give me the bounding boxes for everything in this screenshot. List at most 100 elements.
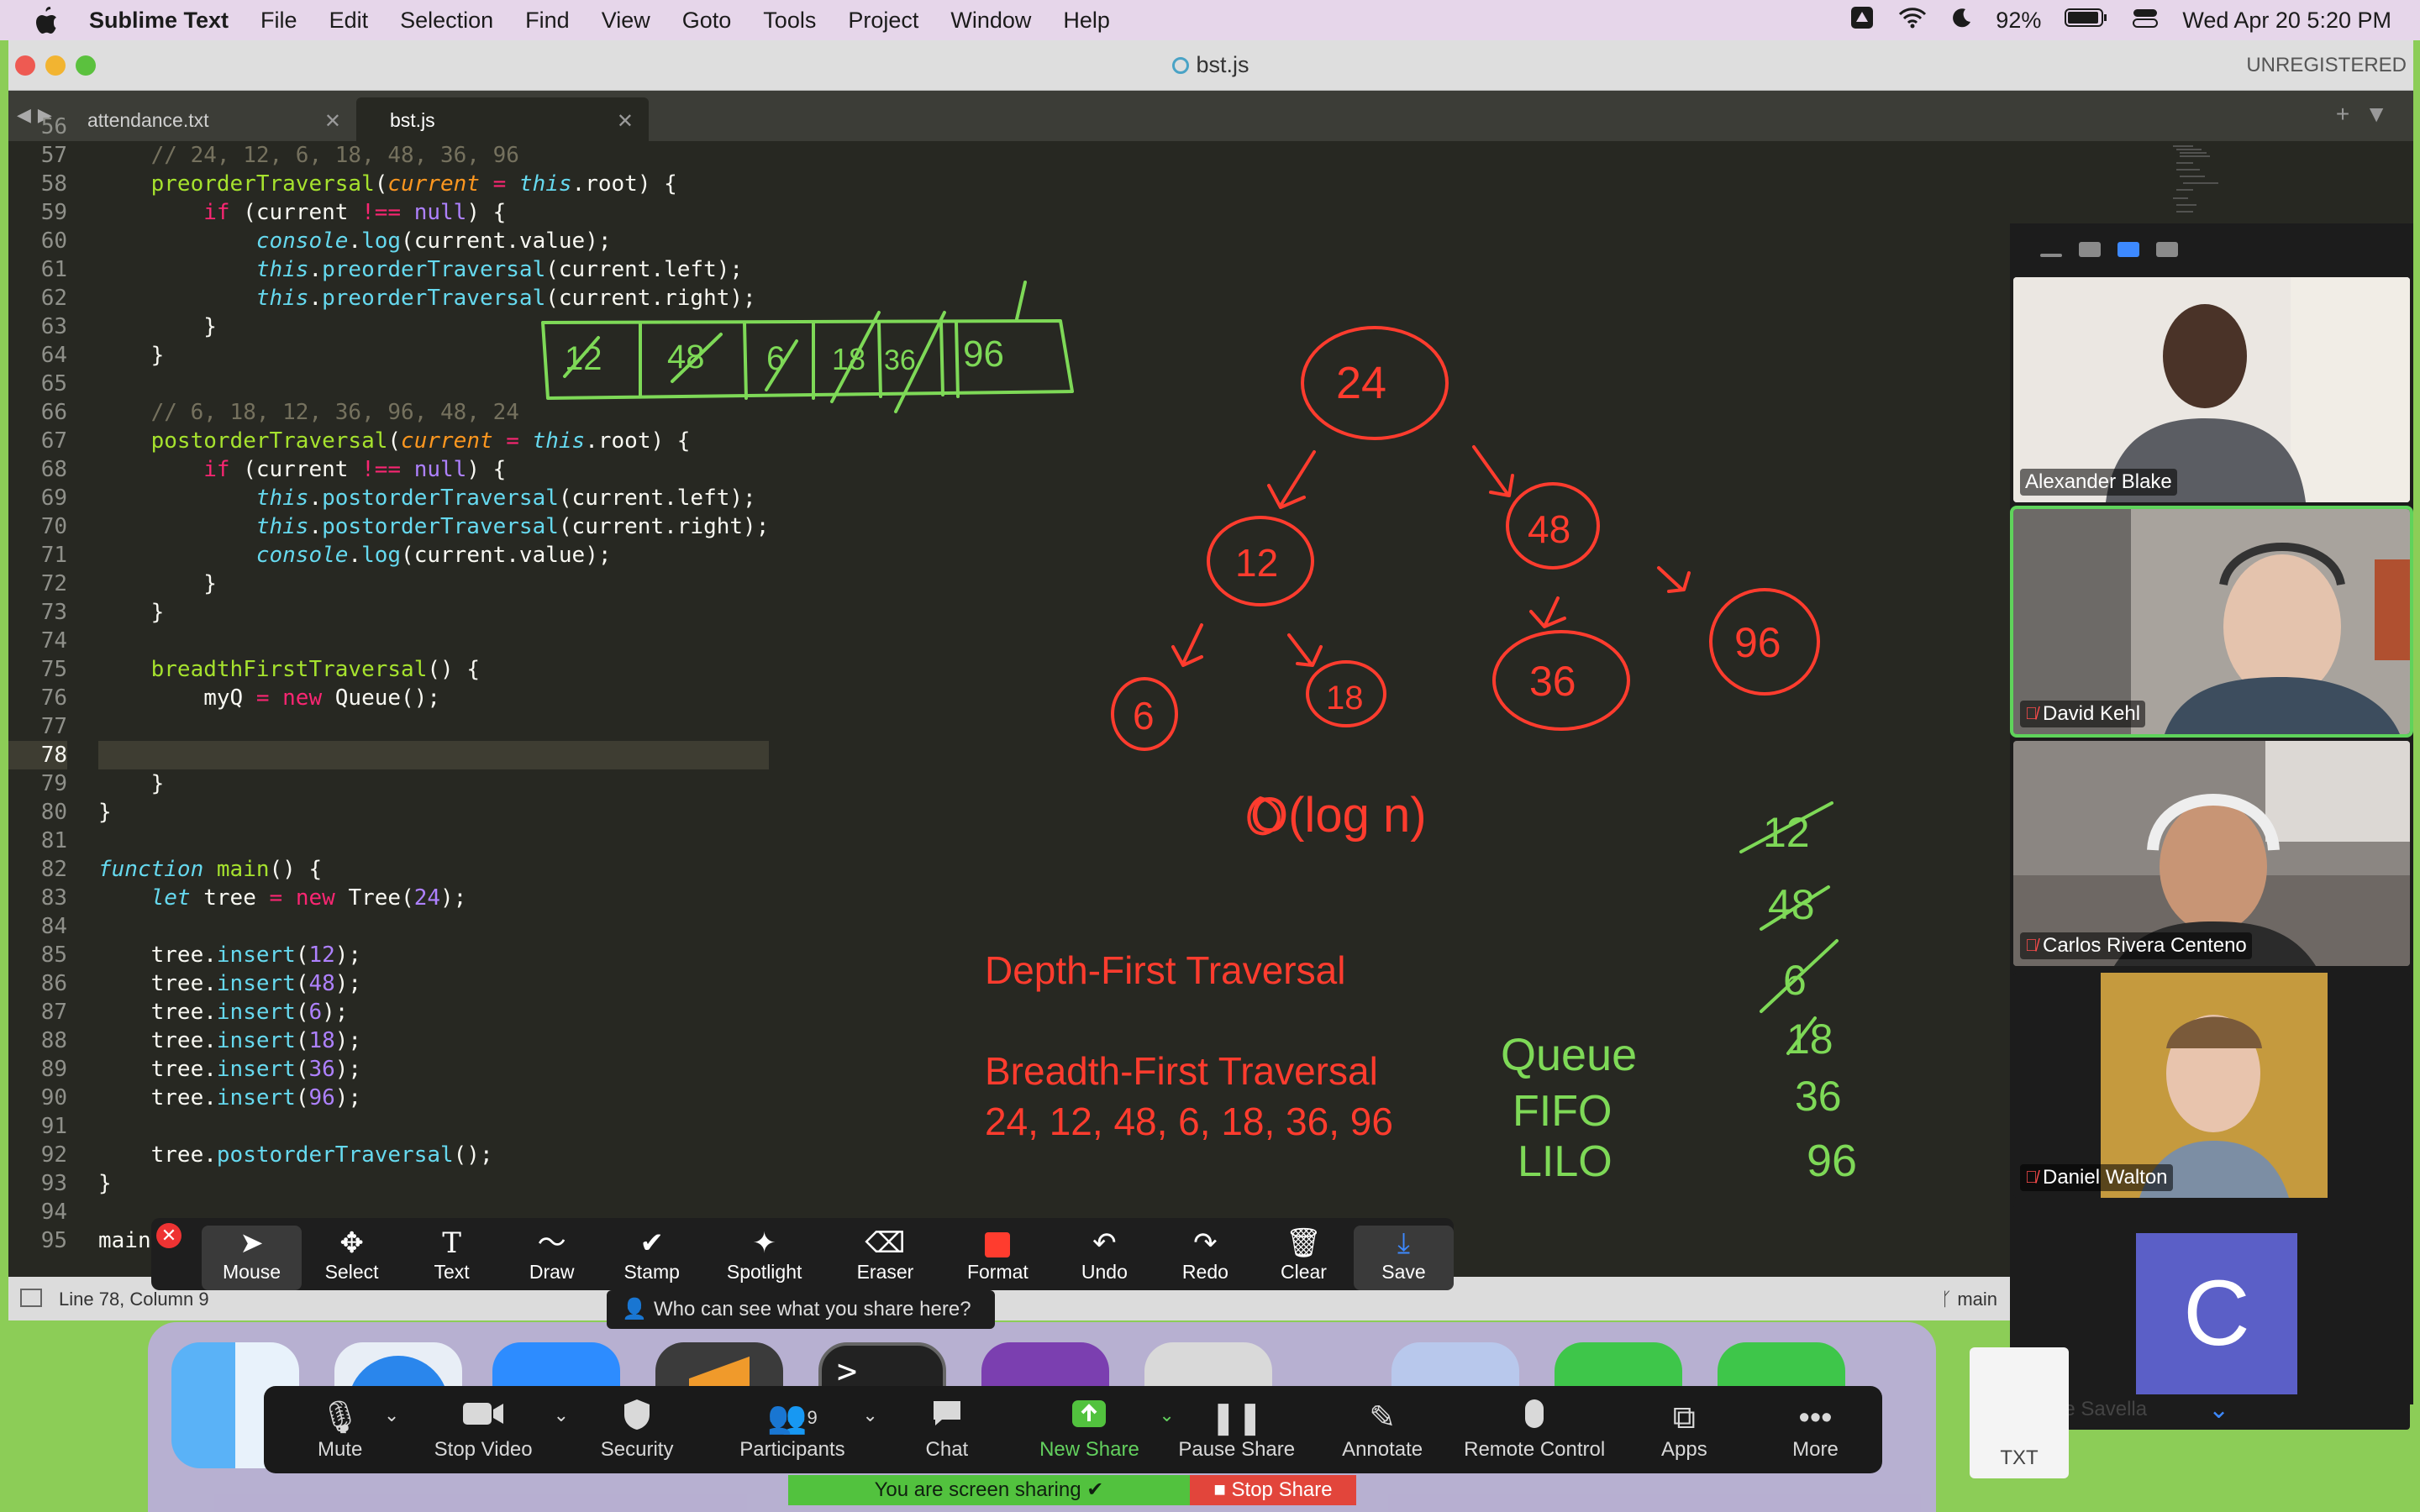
speaker-view-icon[interactable] xyxy=(2079,242,2101,257)
shield-icon xyxy=(562,1398,712,1438)
line-number: 76 xyxy=(40,685,67,711)
menu-view[interactable]: View xyxy=(602,8,650,34)
menu-window[interactable]: Window xyxy=(950,8,1031,34)
pause-share-button[interactable]: ❚❚ Pause Share xyxy=(1158,1398,1316,1462)
video-camera-icon xyxy=(404,1398,562,1438)
check-icon: ✔ xyxy=(639,1227,664,1259)
menu-tools[interactable]: Tools xyxy=(763,8,816,34)
line-number: 95 xyxy=(40,1228,67,1253)
pause-icon: ❚❚ xyxy=(1209,1400,1264,1436)
unregistered-label: UNREGISTERED xyxy=(2246,54,2407,76)
participant-tile[interactable]: C 🎙̸Joe Savella ⌄ xyxy=(2013,1205,2410,1430)
breadth-first-label: Breadth-First Traversal xyxy=(985,1049,1378,1093)
apps-icon: ⧉ xyxy=(1672,1400,1696,1436)
tool-format[interactable]: Format xyxy=(944,1226,1052,1290)
menu-selection[interactable]: Selection xyxy=(400,8,493,34)
line-number: 82 xyxy=(40,857,67,882)
line-number: 68 xyxy=(40,457,67,482)
tool-text[interactable]: T Text xyxy=(402,1226,502,1290)
tool-eraser[interactable]: ⌫ Eraser xyxy=(827,1226,944,1290)
title-bar: bst.js UNREGISTERED xyxy=(8,40,2413,91)
line-number: 84 xyxy=(40,914,67,939)
line-number: 71 xyxy=(40,543,67,568)
menu-goto[interactable]: Goto xyxy=(682,8,732,34)
battery-icon[interactable] xyxy=(2065,7,2108,34)
sidebar-toggle-icon[interactable] xyxy=(20,1289,42,1307)
close-annotation-icon[interactable]: ✕ xyxy=(156,1223,182,1248)
who-can-see-link[interactable]: 👤 Who can see what you share here? xyxy=(607,1290,995,1329)
txt-document-icon[interactable]: TXT xyxy=(1970,1347,2069,1478)
line-number: 93 xyxy=(40,1171,67,1196)
code-text[interactable]: // 24, 12, 6, 18, 48, 36, 96 preorderTra… xyxy=(98,113,770,1255)
menu-help[interactable]: Help xyxy=(1063,8,1110,34)
tool-save[interactable]: ⤓ Save xyxy=(1354,1226,1455,1290)
tool-spotlight[interactable]: ✦ Spotlight xyxy=(702,1226,827,1290)
chat-icon xyxy=(873,1398,1021,1438)
participant-tile-active[interactable]: 🎙̸ David Kehl xyxy=(2010,506,2413,738)
battery-percent: 92% xyxy=(1996,7,2042,33)
tool-mouse[interactable]: ➤ Mouse xyxy=(202,1226,302,1290)
chevron-down-icon[interactable]: ⌄ xyxy=(2208,1395,2229,1425)
participant-tile[interactable]: 🎙̸ Carlos Rivera Centeno xyxy=(2013,741,2410,966)
line-number: 58 xyxy=(40,171,67,197)
new-share-button[interactable]: New Share ⌄ xyxy=(1021,1398,1175,1462)
cursor-position: Line 78, Column 9 xyxy=(59,1289,209,1310)
line-number: 67 xyxy=(40,428,67,454)
menu-project[interactable]: Project xyxy=(848,8,918,34)
apple-icon[interactable] xyxy=(30,4,62,36)
participant-tile[interactable]: Alexander Blake xyxy=(2013,277,2410,502)
undo-icon: ↶ xyxy=(1092,1227,1117,1259)
mute-button[interactable]: 🎙 Mute ⌄ xyxy=(276,1398,404,1462)
stop-video-button[interactable]: Stop Video ⌄ xyxy=(404,1398,569,1462)
control-center-icon[interactable] xyxy=(2132,7,2159,34)
tool-redo[interactable]: ↷ Redo xyxy=(1157,1226,1254,1290)
squiggle-icon: 〜 xyxy=(537,1227,566,1259)
minimize-gallery-icon[interactable] xyxy=(2040,254,2062,257)
more-icon: ••• xyxy=(1798,1400,1833,1436)
annotate-button[interactable]: ✎ Annotate xyxy=(1316,1398,1449,1462)
git-branch[interactable]: ᚴ main xyxy=(1941,1289,1997,1310)
line-number: 70 xyxy=(40,514,67,539)
line-number: 60 xyxy=(40,228,67,254)
line-number: 73 xyxy=(40,600,67,625)
redo-icon: ↷ xyxy=(1193,1227,1218,1259)
more-button[interactable]: ••• More xyxy=(1749,1398,1882,1462)
menu-edit[interactable]: Edit xyxy=(329,8,369,34)
moon-icon[interactable] xyxy=(1950,7,1972,34)
line-number: 91 xyxy=(40,1114,67,1139)
participants-count: 9 xyxy=(807,1407,818,1428)
menu-file[interactable]: File xyxy=(260,8,297,34)
line-number: 88 xyxy=(40,1028,67,1053)
chevron-up-icon[interactable]: ⌄ xyxy=(384,1404,399,1426)
sharing-banner: You are screen sharing ✔ ■ Stop Share xyxy=(788,1475,1356,1505)
cursor-icon: ➤ xyxy=(239,1227,264,1259)
participant-tile[interactable]: 🎙̸ Daniel Walton xyxy=(2013,973,2410,1198)
thumbnail-view-icon[interactable] xyxy=(2118,242,2139,257)
chat-button[interactable]: Chat xyxy=(873,1398,1021,1462)
sharing-status: You are screen sharing ✔ xyxy=(788,1475,1190,1505)
menu-app-name[interactable]: Sublime Text xyxy=(89,8,229,34)
line-number: 66 xyxy=(40,400,67,425)
tool-undo[interactable]: ↶ Undo xyxy=(1052,1226,1157,1290)
line-number: 63 xyxy=(40,314,67,339)
wifi-icon[interactable] xyxy=(1898,7,1927,34)
tool-stamp[interactable]: ✔ Stamp xyxy=(602,1226,702,1290)
tool-clear[interactable]: 🗑 Clear xyxy=(1254,1226,1354,1290)
drive-icon[interactable] xyxy=(1849,5,1875,36)
remote-control-button[interactable]: Remote Control xyxy=(1449,1398,1620,1462)
bfs-order-label: 24, 12, 48, 6, 18, 36, 96 xyxy=(985,1100,1393,1143)
new-tab-icon[interactable]: +▼ xyxy=(2336,101,2403,128)
tool-draw[interactable]: 〜 Draw xyxy=(502,1226,602,1290)
menu-find[interactable]: Find xyxy=(525,8,570,34)
apps-button[interactable]: ⧉ Apps xyxy=(1620,1398,1749,1462)
gallery-view-switcher xyxy=(2010,223,2413,276)
gallery-grid-icon[interactable] xyxy=(2156,242,2178,257)
tool-select[interactable]: ✥ Select xyxy=(302,1226,402,1290)
line-number: 92 xyxy=(40,1142,67,1168)
clock[interactable]: Wed Apr 20 5:20 PM xyxy=(2182,8,2391,34)
share-screen-icon xyxy=(1021,1398,1158,1438)
security-button[interactable]: Security xyxy=(562,1398,712,1462)
participants-button[interactable]: 👥9 Participants ⌄ xyxy=(712,1398,877,1462)
stop-share-button[interactable]: ■ Stop Share xyxy=(1190,1475,1356,1505)
line-number: 79 xyxy=(40,771,67,796)
